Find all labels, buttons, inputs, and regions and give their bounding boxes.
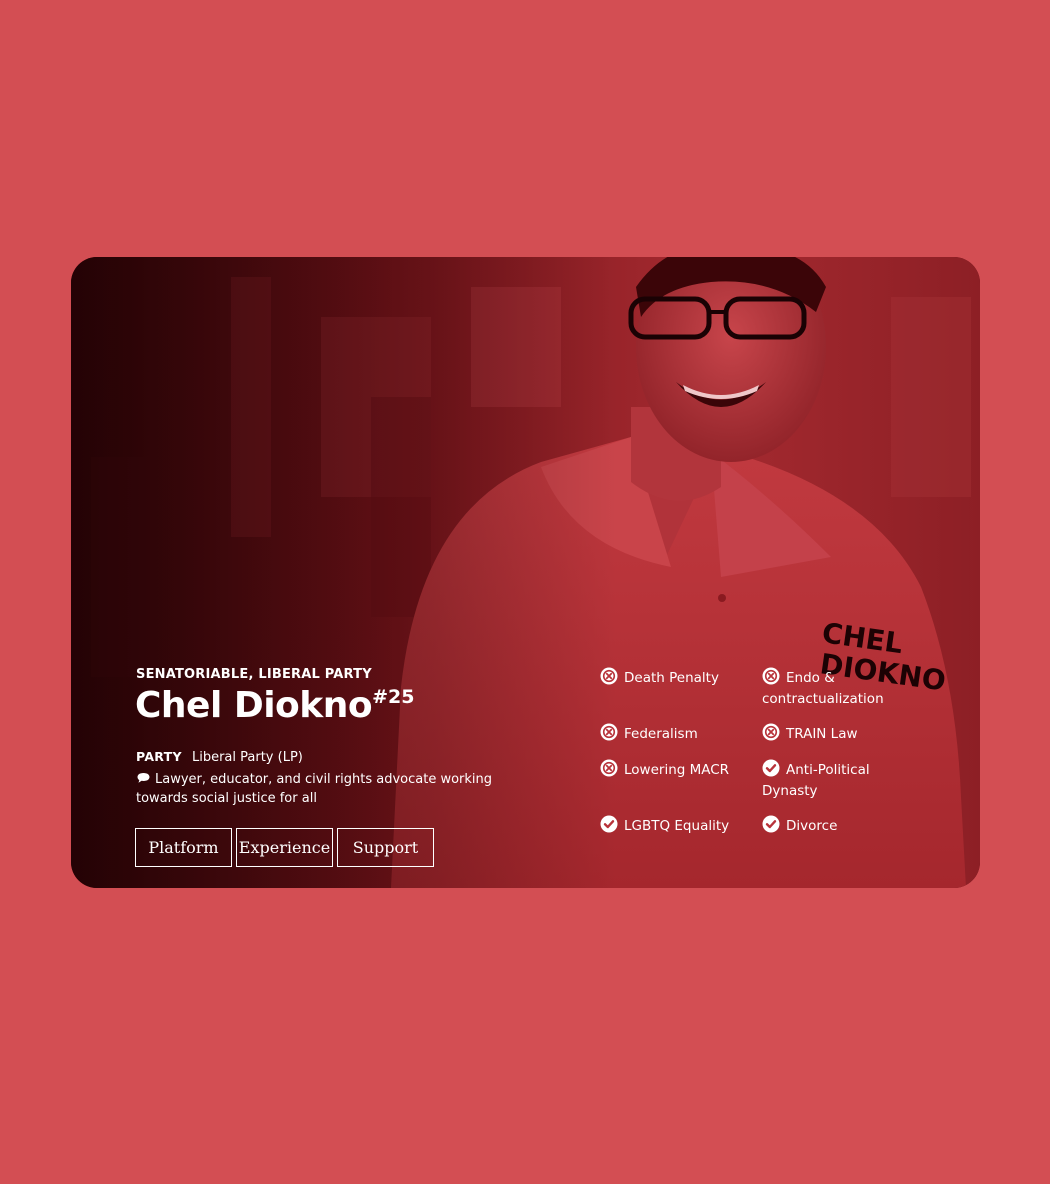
party-label: PARTY: [136, 749, 182, 764]
check-circle-icon: [762, 815, 780, 833]
stance-label: Divorce: [786, 818, 838, 834]
section-tabs: Platform Experience Support: [135, 828, 438, 867]
x-circle-icon: [600, 759, 618, 777]
candidate-heading: Chel Diokno#25: [135, 685, 414, 726]
candidate-description: Lawyer, educator, and civil rights advoc…: [136, 770, 506, 808]
tab-support[interactable]: Support: [337, 828, 434, 867]
description-text: Lawyer, educator, and civil rights advoc…: [136, 772, 493, 806]
stance-item: Anti-Political Dynasty: [762, 759, 892, 802]
party-row: PARTY Liberal Party (LP): [136, 749, 303, 765]
stance-label: Federalism: [624, 726, 698, 742]
stance-item: Federalism: [600, 723, 740, 745]
x-circle-icon: [762, 723, 780, 741]
candidate-ballot-number: #25: [372, 686, 415, 708]
candidate-card: CHEL DIOKNO SENATORIABLE, LIBERAL PARTY …: [71, 257, 980, 888]
tab-experience[interactable]: Experience: [236, 828, 333, 867]
stance-label: Lowering MACR: [624, 762, 730, 778]
candidate-kicker: SENATORIABLE, LIBERAL PARTY: [136, 667, 372, 682]
stance-label: Death Penalty: [624, 670, 719, 686]
tab-platform[interactable]: Platform: [135, 828, 232, 867]
speech-bubble-icon: [137, 773, 150, 783]
stance-label: TRAIN Law: [786, 726, 858, 742]
stance-item: Death Penalty: [600, 667, 740, 689]
stance-item: Lowering MACR: [600, 759, 740, 781]
stance-item: LGBTQ Equality: [600, 815, 740, 837]
x-circle-icon: [600, 723, 618, 741]
x-circle-icon: [762, 667, 780, 685]
stance-label: Endo & contractualization: [762, 670, 884, 707]
candidate-name: Chel Diokno: [135, 685, 373, 726]
stance-item: Endo & contractualization: [762, 667, 902, 710]
stance-item: Divorce: [762, 815, 902, 837]
stance-item: TRAIN Law: [762, 723, 902, 745]
party-value: Liberal Party (LP): [191, 750, 303, 765]
check-circle-icon: [600, 815, 618, 833]
stance-label: LGBTQ Equality: [624, 818, 730, 834]
x-circle-icon: [600, 667, 618, 685]
check-circle-icon: [762, 759, 780, 777]
